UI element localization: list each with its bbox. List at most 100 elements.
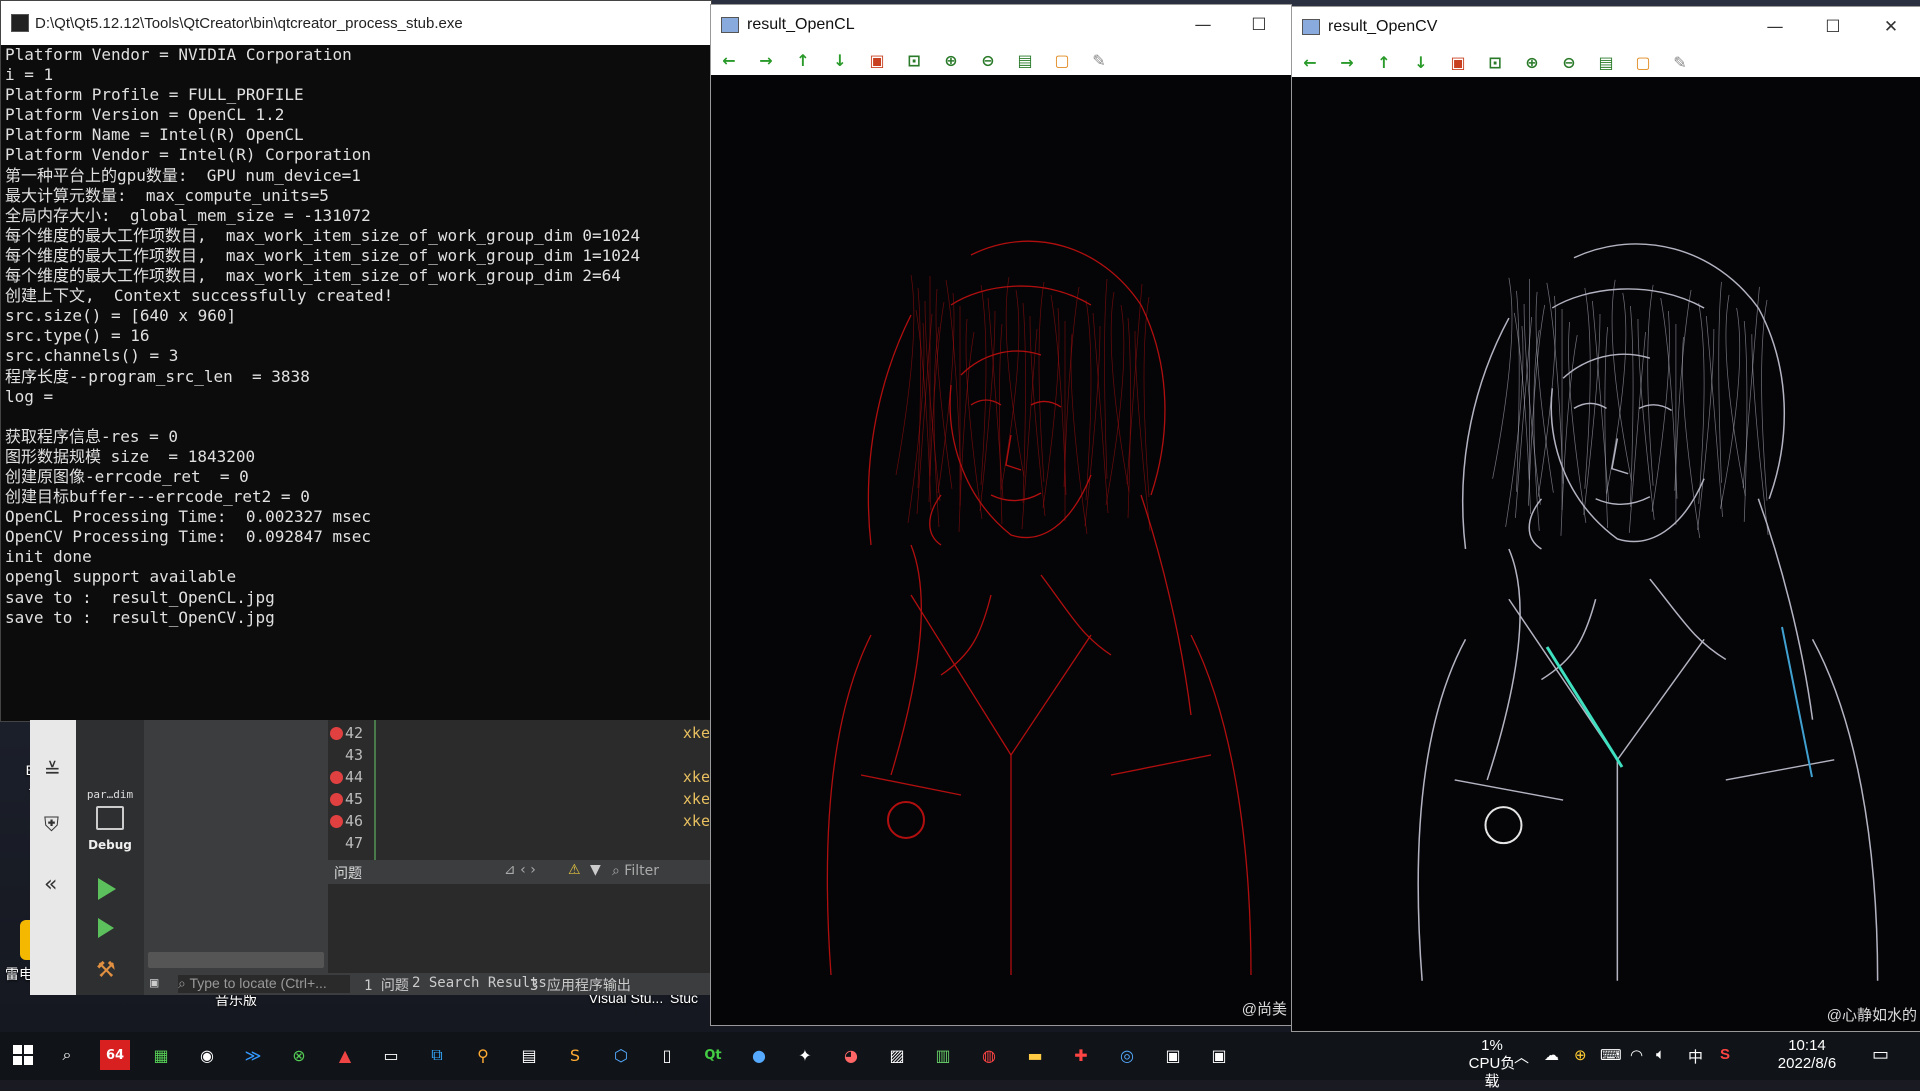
- plus-tray-icon[interactable]: ⊕: [1574, 1046, 1587, 1064]
- image-icon[interactable]: ▣: [1448, 53, 1468, 72]
- issues-filter-input[interactable]: ⌕ Filter: [612, 863, 659, 879]
- code-editor[interactable]: 42 xke 43 44 xke 45 xke 46 xke 47: [328, 720, 710, 860]
- horizontal-scrollbar[interactable]: [148, 952, 324, 968]
- terminal-icon[interactable]: ▭: [376, 1040, 406, 1070]
- copy-app-icon[interactable]: ⧉: [422, 1040, 452, 1070]
- window-app-icon-1[interactable]: ▣: [1158, 1040, 1188, 1070]
- qt-creator-window[interactable]: ≚ ⛨ « par…dim Debug ⚒ 42 xke 43 44 xke 45 xke 4…: [30, 720, 710, 995]
- monitor-icon[interactable]: [96, 806, 124, 830]
- bird-app-icon[interactable]: ✦: [790, 1040, 820, 1070]
- windows-start-icon[interactable]: [8, 1040, 38, 1070]
- record-app-icon[interactable]: ◕: [836, 1040, 866, 1070]
- warning-icon[interactable]: ⚠: [568, 862, 581, 878]
- collapse-icon[interactable]: «: [44, 872, 57, 897]
- file-explorer-icon[interactable]: ▬: [1020, 1040, 1050, 1070]
- edge-icon[interactable]: ●: [744, 1040, 774, 1070]
- down-arrow-icon[interactable]: ↓: [1411, 53, 1431, 72]
- back-arrow-icon[interactable]: ←: [719, 51, 739, 70]
- chrome-icon[interactable]: ◍: [974, 1040, 1004, 1070]
- chevron-up-icon[interactable]: ︿: [1514, 1046, 1529, 1067]
- locate-input[interactable]: ⌕ Type to locate (Ctrl+...: [178, 975, 350, 993]
- cloud-icon[interactable]: ☁: [1544, 1046, 1559, 1064]
- qt-project-pane[interactable]: [144, 720, 328, 973]
- opencl-image-canvas[interactable]: @尚美: [711, 75, 1291, 1025]
- window-app-icon-2[interactable]: ▣: [1204, 1040, 1234, 1070]
- opencv-minimize-button[interactable]: —: [1747, 7, 1803, 47]
- forward-arrow-icon[interactable]: →: [756, 51, 776, 70]
- issues-filter-icon[interactable]: ⊿ ‹ ›: [504, 862, 536, 878]
- clock[interactable]: 10:14 2022/8/6: [1762, 1037, 1852, 1073]
- sogou-icon[interactable]: S: [1720, 1046, 1730, 1063]
- photo-app-icon[interactable]: ▦: [146, 1040, 176, 1070]
- notification-icon[interactable]: ▭: [1872, 1044, 1889, 1065]
- error-marker-icon[interactable]: [330, 815, 343, 828]
- console-app-icon-taskbar[interactable]: ▤: [514, 1040, 544, 1070]
- properties-icon[interactable]: ✎: [1670, 53, 1690, 72]
- opencl-image-window[interactable]: result_OpenCL — ☐ ← → ↑ ↓ ▣ ⊡ ⊕ ⊖ ▤ ▢ ✎ @尚美: [710, 4, 1292, 1026]
- search-icon[interactable]: ⌕: [52, 1040, 82, 1070]
- up-arrow-icon[interactable]: ↑: [1374, 53, 1394, 72]
- split-icon[interactable]: ≚: [44, 758, 61, 782]
- ime-indicator[interactable]: 中: [1688, 1046, 1703, 1067]
- toggle-sidebar-icon[interactable]: ▣: [150, 975, 158, 991]
- opencv-image-canvas[interactable]: @心静如水的: [1292, 77, 1920, 1031]
- zoom-in-icon[interactable]: ⊕: [941, 51, 961, 70]
- forward-arrow-icon[interactable]: →: [1337, 53, 1357, 72]
- fit-window-icon[interactable]: ⊡: [1485, 53, 1505, 72]
- network-app-icon[interactable]: ⬡: [606, 1040, 636, 1070]
- error-marker-icon[interactable]: [330, 771, 343, 784]
- error-marker-icon[interactable]: [330, 793, 343, 806]
- notes-app-icon[interactable]: ▯: [652, 1040, 682, 1070]
- copy-icon[interactable]: ▢: [1633, 53, 1653, 72]
- qtcreator-taskbar-icon[interactable]: Qt: [698, 1040, 728, 1070]
- editor-line[interactable]: 47: [328, 834, 710, 854]
- chat-app-icon[interactable]: ◎: [1112, 1040, 1142, 1070]
- copy-icon[interactable]: ▢: [1052, 51, 1072, 70]
- zoom-out-icon[interactable]: ⊖: [978, 51, 998, 70]
- volume-icon[interactable]: 🔈︎: [1656, 1046, 1665, 1063]
- out-tab-issues[interactable]: 1 问题: [364, 975, 409, 995]
- image-viewer-icon[interactable]: ▨: [882, 1040, 912, 1070]
- opencv-maximize-button[interactable]: ☐: [1805, 7, 1861, 47]
- console-titlebar[interactable]: D:\Qt\Qt5.12.12\Tools\QtCreator\bin\qtcr…: [1, 1, 711, 45]
- build-hammer-icon[interactable]: ⚒: [96, 958, 116, 983]
- opencl-maximize-button[interactable]: ☐: [1231, 5, 1287, 45]
- image-icon[interactable]: ▣: [867, 51, 887, 70]
- xbox-icon[interactable]: ⊗: [284, 1040, 314, 1070]
- back-arrow-icon[interactable]: ←: [1300, 53, 1320, 72]
- error-marker-icon[interactable]: [330, 727, 343, 740]
- vscode-icon[interactable]: ≫: [238, 1040, 268, 1070]
- spreadsheet-icon[interactable]: ▥: [928, 1040, 958, 1070]
- zoom-out-icon[interactable]: ⊖: [1559, 53, 1579, 72]
- funnel-icon[interactable]: ▼: [590, 862, 601, 878]
- out-tab-search[interactable]: 2 Search Results: [412, 975, 547, 991]
- console-output[interactable]: Platform Vendor = NVIDIA Corporation i = …: [1, 45, 711, 628]
- save-icon[interactable]: ▤: [1015, 51, 1035, 70]
- app-64-icon[interactable]: 64: [100, 1040, 130, 1070]
- obs-icon[interactable]: ◉: [192, 1040, 222, 1070]
- opencv-close-button[interactable]: ✕: [1863, 7, 1919, 47]
- fit-window-icon[interactable]: ⊡: [904, 51, 924, 70]
- editor-line[interactable]: 45 xke: [328, 790, 710, 810]
- run-icon[interactable]: [98, 878, 116, 900]
- opencv-image-window[interactable]: result_OpenCV — ☐ ✕ ← → ↑ ↓ ▣ ⊡ ⊕ ⊖ ▤ ▢ ✎ @心静如水的: [1291, 6, 1920, 1032]
- wifi-icon[interactable]: ◠: [1630, 1046, 1643, 1064]
- properties-icon[interactable]: ✎: [1089, 51, 1109, 70]
- opencl-minimize-button[interactable]: —: [1175, 5, 1231, 45]
- cpu-load-indicator[interactable]: 1% CPU负载: [1462, 1037, 1522, 1091]
- editor-line[interactable]: 43: [328, 746, 710, 766]
- search-tool-icon[interactable]: ⚲: [468, 1040, 498, 1070]
- keyboard-icon[interactable]: ⌨: [1600, 1046, 1622, 1064]
- editor-line[interactable]: 46 xke: [328, 812, 710, 832]
- sublime-icon[interactable]: S: [560, 1040, 590, 1070]
- up-arrow-icon[interactable]: ↑: [793, 51, 813, 70]
- shield-icon[interactable]: ⛨: [44, 812, 59, 836]
- console-window[interactable]: D:\Qt\Qt5.12.12\Tools\QtCreator\bin\qtcr…: [0, 0, 712, 722]
- out-tab-app-output[interactable]: 3 应用程序输出: [530, 975, 631, 995]
- down-arrow-icon[interactable]: ↓: [830, 51, 850, 70]
- zoom-in-icon[interactable]: ⊕: [1522, 53, 1542, 72]
- save-icon[interactable]: ▤: [1596, 53, 1616, 72]
- editor-line[interactable]: 42 xke: [328, 724, 710, 744]
- cross-app-icon[interactable]: ✚: [1066, 1040, 1096, 1070]
- debug-run-icon[interactable]: [98, 918, 114, 938]
